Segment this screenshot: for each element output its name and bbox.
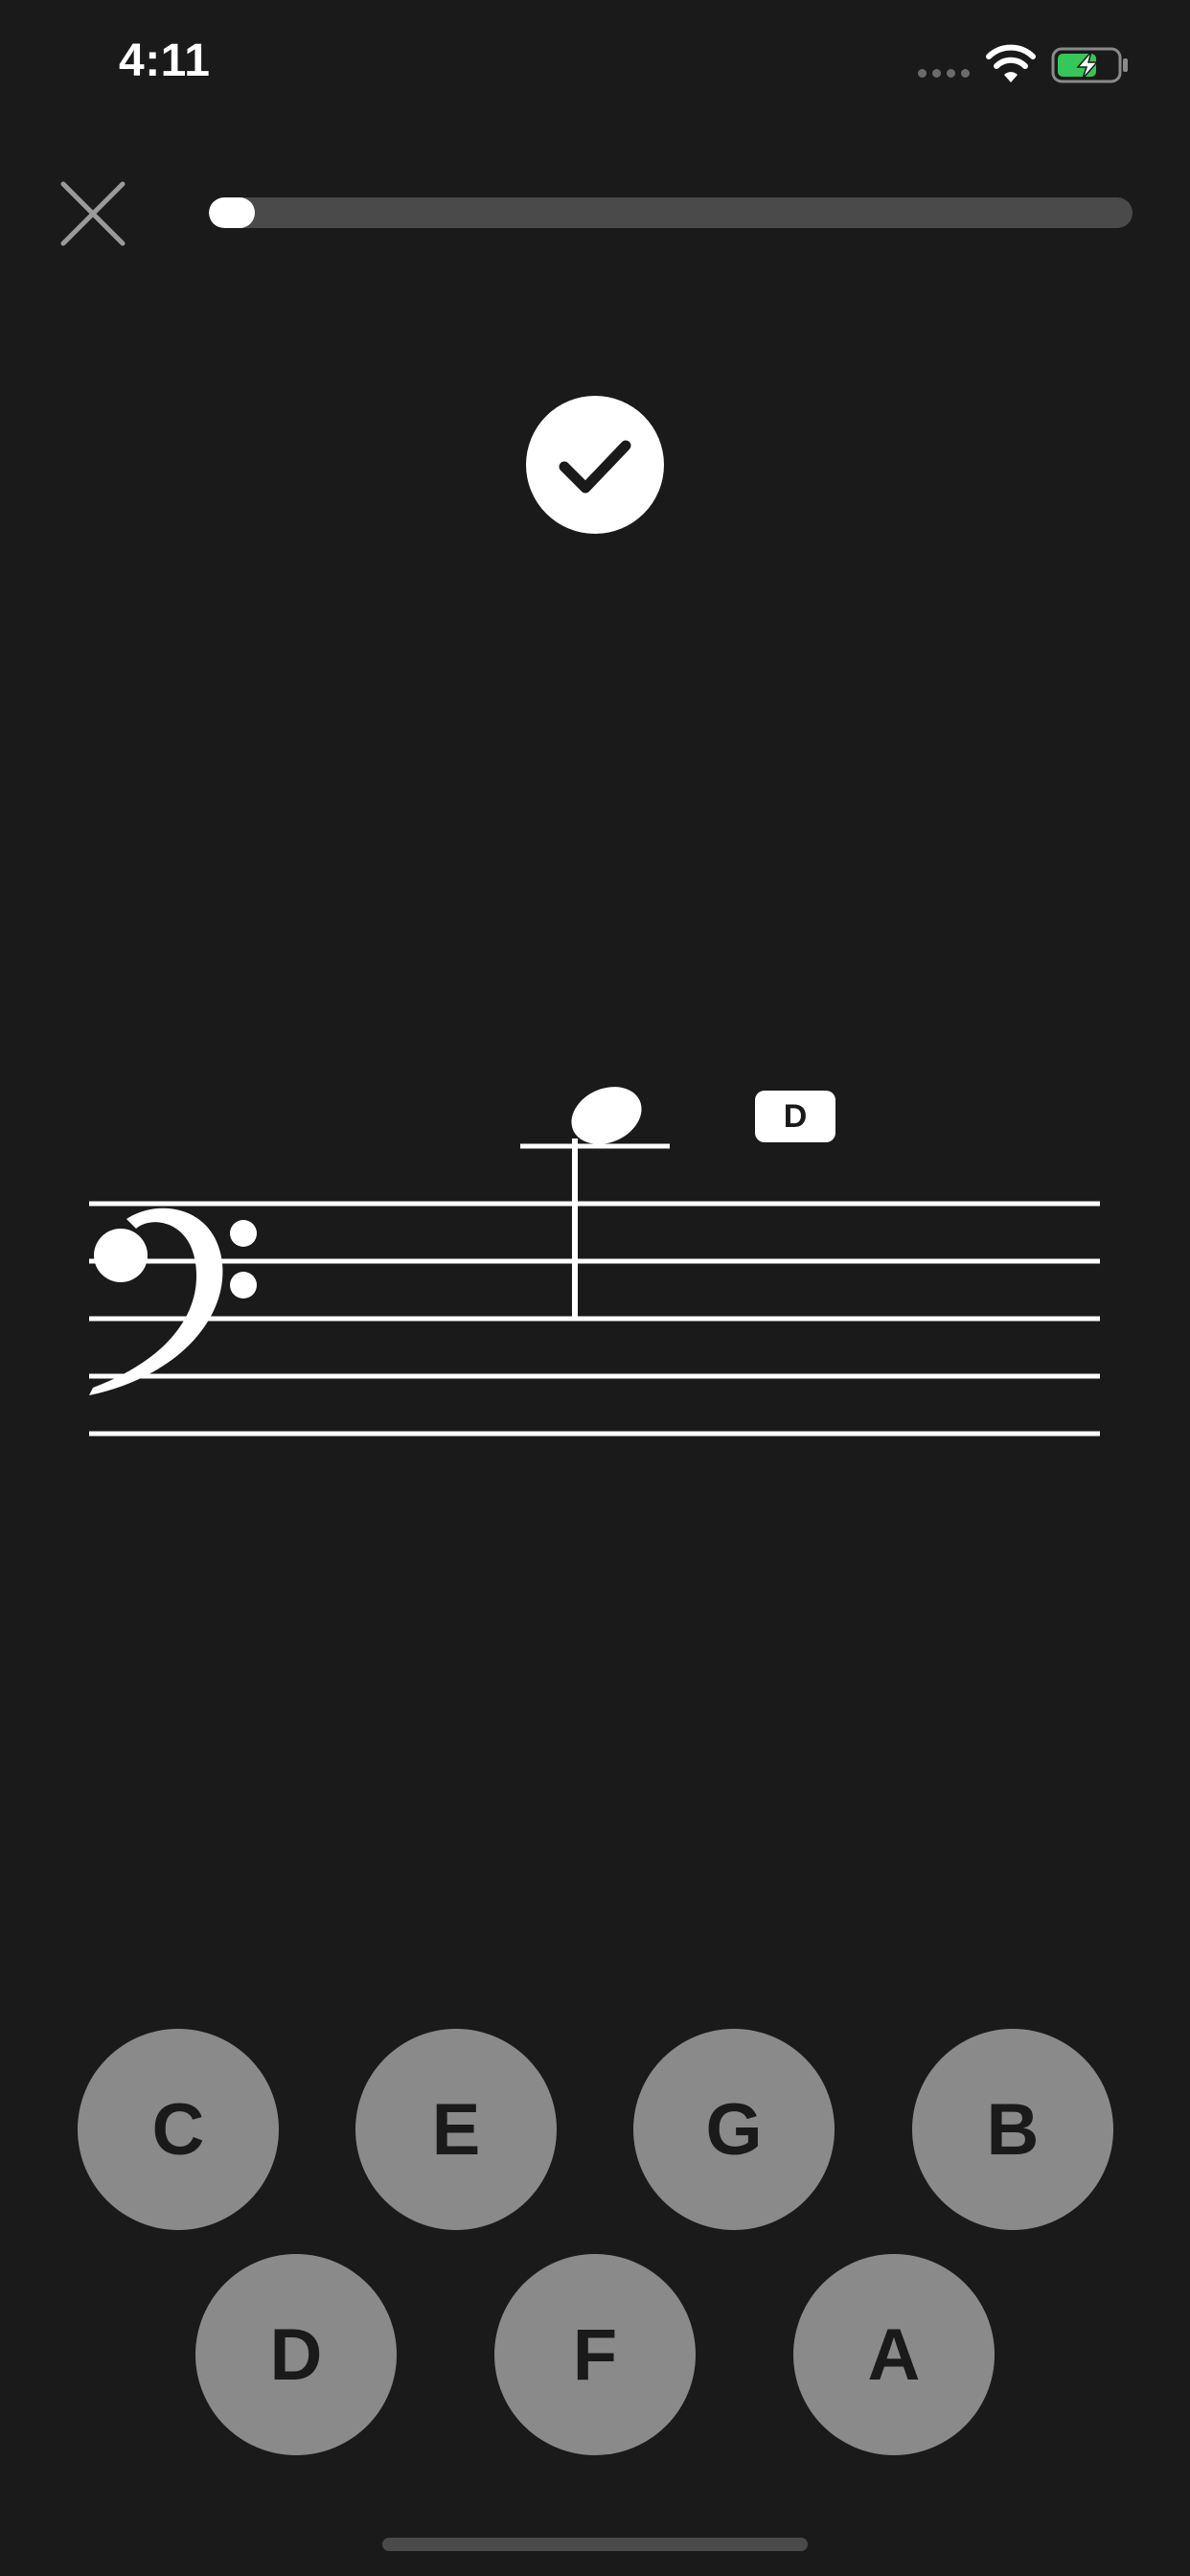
answer-button-d[interactable]: D (195, 2254, 397, 2455)
answer-button-e[interactable]: E (355, 2029, 557, 2230)
music-staff (0, 1054, 1190, 1457)
home-indicator (382, 2538, 808, 2551)
battery-charging-icon (1051, 46, 1130, 84)
wifi-icon (985, 44, 1037, 84)
close-icon (60, 181, 126, 246)
cellular-signal-icon (918, 69, 972, 80)
note-name-label: D (755, 1091, 835, 1142)
correct-feedback-badge (526, 396, 664, 534)
answer-button-a[interactable]: A (793, 2254, 995, 2455)
answer-button-c[interactable]: C (78, 2029, 279, 2230)
checkmark-icon (559, 440, 631, 494)
close-button[interactable] (57, 178, 128, 249)
answer-button-f[interactable]: F (494, 2254, 696, 2455)
progress-fill (209, 197, 255, 228)
status-time: 4:11 (119, 35, 211, 86)
progress-bar (209, 197, 1133, 228)
answer-button-g[interactable]: G (633, 2029, 835, 2230)
answer-button-b[interactable]: B (912, 2029, 1113, 2230)
note-d (520, 1087, 670, 1319)
bass-clef-icon (89, 1208, 257, 1395)
